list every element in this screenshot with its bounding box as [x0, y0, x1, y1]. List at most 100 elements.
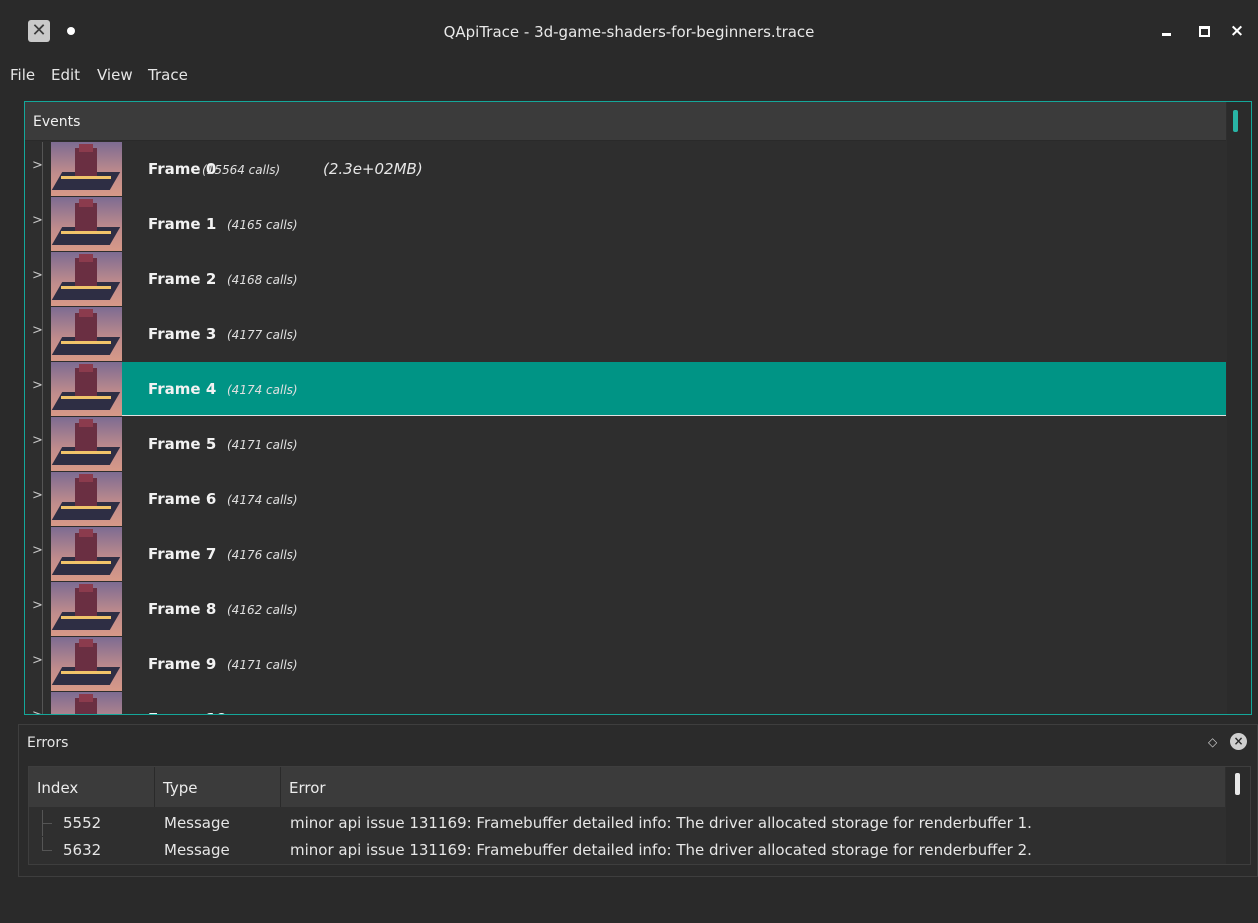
frame-calls: (4176 calls) [227, 548, 298, 562]
frame-calls: (4174 calls) [227, 383, 298, 397]
chevron-right-icon[interactable]: > [32, 268, 43, 283]
frame-thumbnail [51, 252, 122, 306]
frame-label: Frame 2 [148, 270, 217, 288]
tree-line [42, 837, 43, 851]
frame-body[interactable]: Frame 2 (4168 calls) [122, 252, 1226, 305]
column-header-index[interactable]: Index [29, 767, 155, 807]
frame-label: Frame 6 [148, 490, 217, 508]
frame-thumbnail [51, 692, 122, 714]
chevron-right-icon[interactable]: > [32, 433, 43, 448]
frame-label: Frame 7 [148, 545, 217, 563]
tree-branch [42, 823, 52, 824]
frame-calls: (4171 calls) [227, 658, 298, 672]
frame-row[interactable]: > Frame 0 (15564 calls) (2.3e+02MB) [25, 142, 1226, 197]
frame-row[interactable]: > Frame 8 (4162 calls) [25, 582, 1226, 637]
chevron-right-icon[interactable]: > [32, 488, 43, 503]
errors-title: Errors [27, 735, 69, 751]
pin-dot-icon[interactable] [67, 27, 75, 35]
frame-body[interactable]: Frame 10 (4163 calls) [122, 692, 1226, 714]
frame-body[interactable]: Frame 0 (15564 calls) (2.3e+02MB) [122, 142, 1226, 195]
menu-view[interactable]: View [97, 60, 133, 90]
frame-calls: (4168 calls) [227, 273, 298, 287]
chevron-right-icon[interactable]: > [32, 158, 43, 173]
errors-scrollbar[interactable] [1226, 767, 1250, 864]
close-icon: × [1229, 21, 1245, 41]
frame-label: Frame 5 [148, 435, 217, 453]
frame-calls: (15564 calls) [202, 163, 281, 177]
frame-thumbnail [51, 637, 122, 691]
scrollbar-thumb[interactable] [1235, 773, 1240, 795]
close-button[interactable]: × [1226, 20, 1248, 42]
frame-body[interactable]: Frame 4 (4174 calls) [122, 362, 1226, 416]
frame-size: (2.3e+02MB) [323, 160, 423, 178]
maximize-button[interactable] [1193, 20, 1215, 42]
chevron-right-icon[interactable]: > [32, 543, 43, 558]
column-header-type[interactable]: Type [155, 767, 281, 807]
float-dock-icon[interactable]: ◇ [1208, 735, 1217, 749]
minimize-icon [1161, 33, 1171, 36]
frame-row[interactable]: > Frame 7 (4176 calls) [25, 527, 1226, 582]
frame-thumbnail [51, 472, 122, 526]
cell-index: 5632 [63, 841, 102, 859]
title-bar: ✕ QApiTrace - 3d-game-shaders-for-beginn… [0, 6, 1258, 58]
cell-index: 5552 [63, 814, 102, 832]
scrollbar-thumb[interactable] [1233, 110, 1238, 132]
frame-thumbnail [51, 307, 122, 361]
frame-thumbnail [51, 362, 122, 416]
cell-type: Message [164, 841, 230, 859]
column-header-error[interactable]: Error [281, 767, 1225, 807]
menu-trace[interactable]: Trace [148, 60, 188, 90]
errors-dock: Errors ◇ × Index Type Error 5552 Message… [18, 724, 1258, 877]
frame-row[interactable]: > Frame 6 (4174 calls) [25, 472, 1226, 527]
frame-calls: (4177 calls) [227, 328, 298, 342]
frame-body[interactable]: Frame 3 (4177 calls) [122, 307, 1226, 360]
frame-body[interactable]: Frame 1 (4165 calls) [122, 197, 1226, 250]
events-panel: Events > Frame 0 (15564 calls) (2.3e+02MB) >… [24, 101, 1252, 715]
frame-row[interactable]: > Frame 2 (4168 calls) [25, 252, 1226, 307]
frame-body[interactable]: Frame 5 (4171 calls) [122, 417, 1226, 470]
cell-error: minor api issue 131169: Framebuffer deta… [290, 841, 1032, 859]
frame-calls: (4171 calls) [227, 438, 298, 452]
chevron-right-icon[interactable]: > [32, 653, 43, 668]
frame-thumbnail [51, 142, 122, 196]
minimize-button[interactable] [1155, 20, 1177, 42]
frame-label: Frame 9 [148, 655, 217, 673]
frame-row[interactable]: > Frame 5 (4171 calls) [25, 417, 1226, 472]
chevron-right-icon[interactable]: > [32, 378, 43, 393]
frame-body[interactable]: Frame 7 (4176 calls) [122, 527, 1226, 580]
frame-label: Frame 8 [148, 600, 217, 618]
frame-body[interactable]: Frame 6 (4174 calls) [122, 472, 1226, 525]
chevron-right-icon[interactable]: > [32, 708, 43, 714]
tree-branch [42, 850, 52, 851]
menu-edit[interactable]: Edit [51, 60, 80, 90]
chevron-right-icon[interactable]: > [32, 323, 43, 338]
frame-calls: (4174 calls) [227, 493, 298, 507]
events-header[interactable]: Events [25, 102, 1226, 141]
frame-row[interactable]: > Frame 1 (4165 calls) [25, 197, 1226, 252]
chevron-right-icon[interactable]: > [32, 598, 43, 613]
menu-bar: File Edit View Trace [0, 60, 1258, 90]
frame-row[interactable]: > Frame 4 (4174 calls) [25, 362, 1226, 417]
x-logo-icon[interactable]: ✕ [28, 20, 50, 42]
frame-label: Frame 10 [148, 692, 227, 714]
frame-label: Frame 1 [148, 215, 217, 233]
cell-type: Message [164, 814, 230, 832]
table-header: Index Type Error [29, 767, 1225, 807]
frame-calls: (4163 calls) [237, 692, 308, 714]
frame-body[interactable]: Frame 9 (4171 calls) [122, 637, 1226, 690]
events-scrollbar[interactable] [1227, 102, 1251, 714]
frame-body[interactable]: Frame 8 (4162 calls) [122, 582, 1226, 635]
errors-table: Index Type Error 5552 Message minor api … [28, 766, 1251, 865]
table-row[interactable]: 5552 Message minor api issue 131169: Fra… [29, 810, 1225, 836]
frame-row[interactable]: > Frame 10 (4163 calls) [25, 692, 1226, 714]
cell-error: minor api issue 131169: Framebuffer deta… [290, 814, 1032, 832]
frame-row[interactable]: > Frame 3 (4177 calls) [25, 307, 1226, 362]
menu-file[interactable]: File [10, 60, 35, 90]
frame-row[interactable]: > Frame 9 (4171 calls) [25, 637, 1226, 692]
window-title: QApiTrace - 3d-game-shaders-for-beginner… [443, 23, 815, 41]
maximize-icon [1198, 26, 1210, 37]
close-dock-icon[interactable]: × [1230, 733, 1247, 750]
chevron-right-icon[interactable]: > [32, 213, 43, 228]
frame-thumbnail [51, 527, 122, 581]
table-row[interactable]: 5632 Message minor api issue 131169: Fra… [29, 837, 1225, 863]
